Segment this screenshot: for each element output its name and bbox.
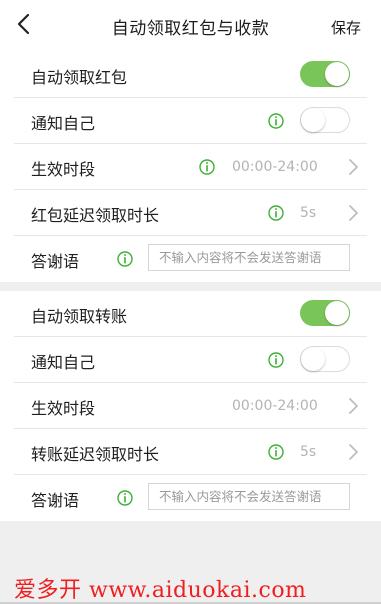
transfer-delay-value: 5s bbox=[300, 444, 317, 460]
thanks-message-row: 答谢语 bbox=[0, 236, 381, 282]
notify-self-toggle[interactable] bbox=[300, 107, 350, 133]
info-icon[interactable] bbox=[268, 113, 284, 129]
red-packet-delay-label: 红包延迟领取时长 bbox=[31, 206, 160, 225]
thanks-message-label: 答谢语 bbox=[31, 491, 80, 510]
transfer-section: 自动领取转账 通知自己 生效时段 00:00-24:00 转账延迟领取时长 5s… bbox=[0, 291, 381, 521]
thanks-message-input[interactable] bbox=[148, 483, 350, 510]
active-period-row[interactable]: 生效时段 00:00-24:00 bbox=[0, 144, 381, 190]
thanks-message-input[interactable] bbox=[148, 244, 350, 271]
toggle-knob bbox=[301, 108, 325, 132]
info-icon[interactable] bbox=[117, 251, 133, 267]
info-icon[interactable] bbox=[268, 444, 284, 460]
auto-receive-transfer-row: 自动领取转账 bbox=[0, 291, 381, 337]
active-period-label: 生效时段 bbox=[31, 399, 96, 418]
info-icon[interactable] bbox=[117, 490, 133, 506]
red-packet-delay-row[interactable]: 红包延迟领取时长 5s bbox=[0, 190, 381, 236]
auto-receive-red-packet-toggle[interactable] bbox=[300, 61, 350, 87]
top-bar: 自动领取红包与收款 保存 bbox=[0, 0, 381, 52]
save-button[interactable]: 保存 bbox=[331, 17, 361, 38]
toggle-knob bbox=[301, 347, 325, 371]
page-title: 自动领取红包与收款 bbox=[111, 19, 270, 39]
red-packet-delay-value: 5s bbox=[300, 205, 317, 221]
active-period-row[interactable]: 生效时段 00:00-24:00 bbox=[0, 383, 381, 429]
notify-self-row: 通知自己 bbox=[0, 98, 381, 144]
chevron-right-icon[interactable] bbox=[347, 158, 359, 176]
notify-self-row: 通知自己 bbox=[0, 337, 381, 383]
notify-self-toggle[interactable] bbox=[300, 346, 350, 372]
notify-self-label: 通知自己 bbox=[31, 114, 96, 133]
info-icon[interactable] bbox=[268, 352, 284, 368]
info-icon[interactable] bbox=[268, 205, 284, 221]
auto-receive-transfer-label: 自动领取转账 bbox=[31, 307, 128, 326]
toggle-knob bbox=[325, 62, 349, 86]
auto-receive-red-packet-label: 自动领取红包 bbox=[31, 68, 128, 87]
active-period-label: 生效时段 bbox=[31, 160, 96, 179]
chevron-right-icon[interactable] bbox=[347, 443, 359, 461]
active-period-value: 00:00-24:00 bbox=[232, 398, 318, 414]
watermark-text: 爱多开 www.aiduokai.com bbox=[14, 578, 307, 603]
thanks-message-label: 答谢语 bbox=[31, 252, 80, 271]
toggle-knob bbox=[325, 301, 349, 325]
chevron-right-icon[interactable] bbox=[347, 397, 359, 415]
thanks-message-row: 答谢语 bbox=[0, 475, 381, 521]
transfer-delay-label: 转账延迟领取时长 bbox=[31, 445, 160, 464]
transfer-delay-row[interactable]: 转账延迟领取时长 5s bbox=[0, 429, 381, 475]
notify-self-label: 通知自己 bbox=[31, 353, 96, 372]
info-icon[interactable] bbox=[199, 159, 215, 175]
app-screen: 自动领取红包与收款 保存 自动领取红包 通知自己 生效时段 00:00-24:0… bbox=[0, 0, 381, 604]
red-packet-section: 自动领取红包 通知自己 生效时段 00:00-24:00 红包延迟领取时长 5s… bbox=[0, 52, 381, 282]
active-period-value: 00:00-24:00 bbox=[232, 159, 318, 175]
auto-receive-red-packet-row: 自动领取红包 bbox=[0, 52, 381, 98]
chevron-right-icon[interactable] bbox=[347, 204, 359, 222]
auto-receive-transfer-toggle[interactable] bbox=[300, 300, 350, 326]
